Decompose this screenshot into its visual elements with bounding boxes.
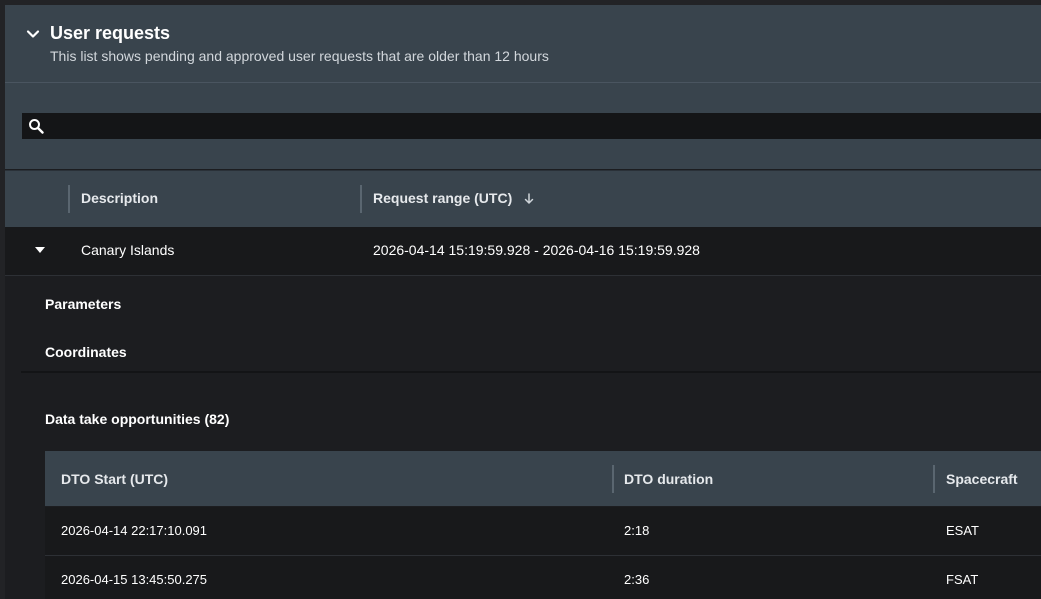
column-header-dto-duration[interactable]: DTO duration: [624, 471, 713, 487]
column-divider: [68, 185, 70, 213]
search-icon: [29, 119, 44, 134]
dto-duration-cell: 2:18: [624, 523, 650, 538]
column-header-dto-start[interactable]: DTO Start (UTC): [61, 471, 168, 487]
search-input[interactable]: [52, 116, 1036, 138]
arrow-down-icon[interactable]: [524, 193, 534, 205]
dto-start-cell: 2026-04-14 22:17:10.091: [61, 523, 208, 538]
dto-title-label: Data take opportunities: [45, 411, 201, 427]
user-requests-panel: User requests This list shows pending an…: [5, 5, 1041, 599]
table-row[interactable]: Canary Islands 2026-04-14 15:19:59.928 -…: [5, 227, 1041, 276]
dto-title: Data take opportunities (82): [45, 411, 229, 427]
expand-caret-icon[interactable]: [35, 247, 45, 253]
dto-spacecraft-cell: FSAT: [946, 572, 979, 587]
panel-title: User requests: [50, 23, 171, 43]
column-header-description[interactable]: Description: [81, 190, 158, 206]
row-details: Parameters Coordinates Data take opportu…: [5, 276, 1041, 599]
panel-subtitle: This list shows pending and approved use…: [50, 48, 549, 64]
coordinates-section[interactable]: Coordinates: [45, 344, 127, 360]
dto-spacecraft-cell: ESAT: [946, 523, 979, 538]
dto-table-header: DTO Start (UTC) DTO duration Spacecraft: [45, 451, 1041, 506]
column-divider: [360, 185, 362, 213]
dto-table-row[interactable]: 2026-04-15 13:45:50.275 2:36 FSAT: [45, 556, 1041, 599]
dto-start-cell: 2026-04-15 13:45:50.275: [61, 572, 208, 587]
section-divider: [21, 371, 1041, 373]
search-field[interactable]: [22, 113, 1041, 139]
table-header: Description Request range (UTC): [5, 170, 1041, 227]
parameters-section[interactable]: Parameters: [45, 296, 121, 312]
column-header-request-range[interactable]: Request range (UTC): [373, 190, 534, 206]
column-divider: [612, 465, 614, 493]
dto-table-row[interactable]: 2026-04-14 22:17:10.091 2:18 ESAT: [45, 507, 1041, 556]
dto-count: (82): [204, 411, 230, 427]
chevron-down-icon[interactable]: [26, 27, 40, 41]
row-description: Canary Islands: [81, 242, 175, 258]
column-header-label: Request range (UTC): [373, 190, 513, 206]
dto-table: DTO Start (UTC) DTO duration Spacecraft …: [45, 451, 1041, 599]
column-divider: [933, 465, 935, 493]
panel-header: User requests This list shows pending an…: [5, 5, 1041, 83]
dto-duration-cell: 2:36: [624, 572, 650, 587]
row-request-range: 2026-04-14 15:19:59.928 - 2026-04-16 15:…: [373, 242, 700, 258]
search-bar-area: [5, 83, 1041, 169]
column-header-spacecraft[interactable]: Spacecraft: [946, 471, 1018, 487]
